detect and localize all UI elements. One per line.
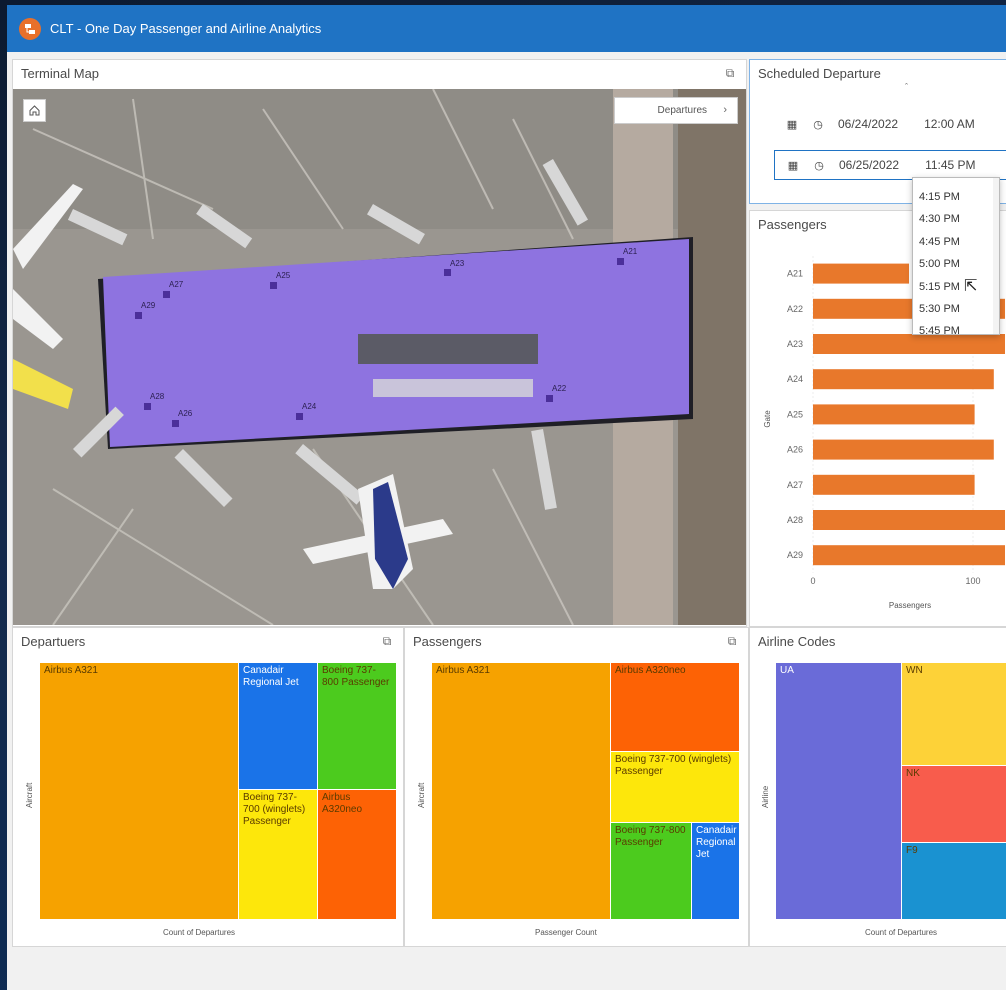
terminal-map[interactable]: A21 A23 A25 A27 A29 A22 A24 A28 A26 Depa… (13, 89, 746, 625)
departures-treemap-panel: Departuers ⧉ Airbus A321 Canadair Region… (12, 627, 404, 947)
panel-title: Scheduled Departure (758, 66, 881, 81)
svg-text:A24: A24 (302, 402, 317, 411)
treemap-cell[interactable]: Boeing 737-700 (winglets) Passenger (611, 752, 739, 822)
time-option[interactable]: 5:45 PM (913, 320, 999, 334)
chevron-right-icon: › (723, 104, 727, 116)
maximize-icon[interactable]: ⧉ (379, 633, 395, 649)
svg-text:A27: A27 (169, 280, 184, 289)
y-axis-label: Gate (763, 410, 772, 428)
y-tick-label: A28 (787, 515, 803, 525)
departures-layer-button[interactable]: Departures › (614, 97, 738, 124)
treemap-cell[interactable]: Boeing 737-700 (winglets) Passenger (239, 790, 317, 919)
y-tick-label: A22 (787, 304, 803, 314)
treemap-cell[interactable]: Airbus A321 (40, 663, 238, 919)
panel-title: Passengers (413, 634, 482, 649)
maximize-icon[interactable]: ⧉ (722, 65, 738, 81)
satellite-imagery: A21 A23 A25 A27 A29 A22 A24 A28 A26 (13, 89, 746, 625)
svg-text:A29: A29 (141, 301, 156, 310)
treemap-cell[interactable]: Airbus A320neo (611, 663, 739, 751)
start-time[interactable]: 12:00 AM (924, 117, 975, 131)
home-icon (29, 105, 40, 116)
terminal-map-panel: Terminal Map ⧉ A21 A23 A25 A27 A29 A22 A… (12, 59, 747, 627)
cursor-icon: ⇱ (964, 278, 978, 295)
calendar-icon[interactable]: ▦ (785, 159, 801, 172)
app-title: CLT - One Day Passenger and Airline Anal… (50, 21, 322, 36)
departures-label: Departures (657, 105, 707, 116)
bar[interactable] (813, 439, 994, 460)
svg-text:A22: A22 (552, 384, 567, 393)
bar[interactable] (813, 474, 975, 495)
x-axis-label: Count of Departures (163, 928, 236, 937)
home-button[interactable] (23, 99, 46, 122)
panel-title: Airline Codes (758, 634, 836, 649)
dashboard-icon (19, 17, 41, 40)
panel-title: Terminal Map (21, 66, 100, 81)
treemap-cell[interactable]: Boeing 737-800 Passenger (611, 823, 691, 919)
start-datetime[interactable]: ▦ ◷ 06/24/2022 12:00 AM (774, 109, 1006, 139)
y-tick-label: A25 (787, 409, 803, 419)
x-axis-label: Passengers (889, 601, 931, 610)
app-header: CLT - One Day Passenger and Airline Anal… (7, 5, 1006, 52)
bar[interactable] (813, 404, 975, 425)
treemap-cell[interactable]: Canadair Regional Jet (239, 663, 317, 789)
bar[interactable] (813, 334, 1005, 354)
svg-text:A28: A28 (150, 392, 165, 401)
y-axis-label: Aircraft (25, 782, 34, 808)
treemap-cell[interactable]: UA (776, 663, 901, 919)
maximize-icon[interactable]: ⧉ (724, 633, 740, 649)
svg-text:A25: A25 (276, 271, 291, 280)
end-date[interactable]: 06/25/2022 (839, 158, 899, 172)
svg-text:A21: A21 (623, 247, 638, 256)
time-option[interactable]: 5:15 PM (913, 276, 999, 298)
x-axis-label: Count of Departures (865, 928, 938, 937)
svg-text:A23: A23 (450, 259, 465, 268)
treemap-cell[interactable]: Boeing 737-800 Passenger (318, 663, 396, 789)
time-options: 4:15 PM 4:30 PM 4:45 PM 5:00 PM 5:15 PM 5:30 … (913, 186, 999, 334)
time-option[interactable]: 5:00 PM (913, 253, 999, 275)
end-time[interactable]: 11:45 PM (925, 158, 975, 172)
clock-icon[interactable]: ◷ (810, 118, 826, 131)
x-tick-label: 0 (810, 576, 815, 586)
bar[interactable] (813, 510, 1005, 530)
y-tick-label: A21 (787, 269, 803, 279)
y-tick-label: A27 (787, 480, 803, 490)
time-option[interactable]: 4:45 PM (913, 231, 999, 253)
time-option[interactable]: 5:30 PM (913, 298, 999, 320)
y-axis-label: Aircraft (417, 782, 426, 808)
y-tick-label: A24 (787, 374, 803, 384)
airline-codes-panel: Airline Codes UA WN NK F9 Count of Depar… (749, 627, 1006, 947)
bar[interactable] (813, 263, 909, 284)
y-tick-label: A26 (787, 445, 803, 455)
svg-text:A26: A26 (178, 409, 193, 418)
dashboard-workspace: Terminal Map ⧉ A21 A23 A25 A27 A29 A22 A… (7, 52, 1006, 990)
time-dropdown[interactable]: 4:15 PM 4:30 PM 4:45 PM 5:00 PM 5:15 PM 5:30 … (912, 177, 1000, 335)
calendar-icon[interactable]: ▦ (784, 118, 800, 131)
time-option[interactable]: 4:30 PM (913, 208, 999, 230)
y-tick-label: A23 (787, 339, 803, 349)
treemap-cell[interactable]: WN (902, 663, 1006, 765)
treemap-cell[interactable]: F9 (902, 843, 1006, 919)
x-tick-label: 100 (965, 576, 980, 586)
end-datetime[interactable]: ▦ ◷ 06/25/2022 11:45 PM (774, 150, 1006, 180)
y-axis-label: Airline (761, 785, 770, 808)
panel-title: Departuers (21, 634, 86, 649)
time-option[interactable]: 4:15 PM (913, 186, 999, 208)
bar[interactable] (813, 369, 994, 390)
start-date[interactable]: 06/24/2022 (838, 117, 898, 131)
bar[interactable] (813, 545, 1005, 566)
dropdown-scrollbar[interactable] (993, 178, 999, 334)
treemap-cell[interactable]: Airbus A321 (432, 663, 610, 919)
treemap-cell[interactable]: NK (902, 766, 1006, 842)
x-axis-label: Passenger Count (535, 928, 597, 937)
chevron-up-icon[interactable]: ˆ (905, 82, 908, 92)
clock-icon[interactable]: ◷ (811, 159, 827, 172)
y-tick-label: A29 (787, 550, 803, 560)
treemap-cell[interactable]: Canadair Regional Jet (692, 823, 739, 919)
treemap-cell[interactable]: Airbus A320neo (318, 790, 396, 919)
passengers-treemap-panel: Passengers ⧉ Airbus A321 Airbus A320neo … (404, 627, 749, 947)
